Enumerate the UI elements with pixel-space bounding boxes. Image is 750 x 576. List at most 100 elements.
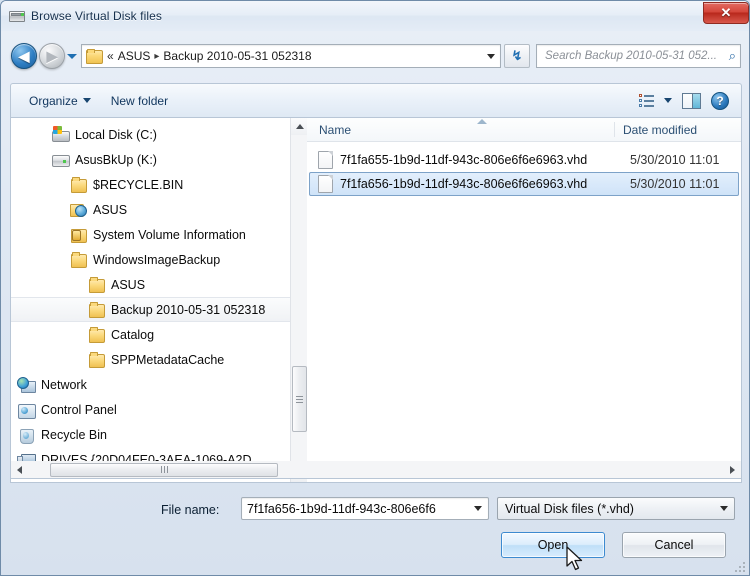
forward-arrow-icon: ▶ bbox=[46, 48, 58, 64]
table-row[interactable]: 7f1fa656-1b9d-11df-943c-806e6f6e6963.vhd… bbox=[309, 172, 739, 196]
file-name-dropdown-button[interactable] bbox=[468, 498, 488, 519]
tree-scrollbar-thumb[interactable] bbox=[292, 366, 307, 432]
chevron-down-icon bbox=[67, 53, 77, 59]
breadcrumb-overflow[interactable]: « bbox=[107, 49, 114, 63]
chevron-down-icon bbox=[720, 506, 728, 511]
cancel-button-label: Cancel bbox=[654, 538, 694, 552]
file-type-dropdown-button[interactable] bbox=[714, 498, 734, 519]
table-row[interactable]: 7f1fa655-1b9d-11df-943c-806e6f6e6963.vhd… bbox=[309, 148, 739, 172]
column-header-date-label: Date modified bbox=[623, 122, 698, 137]
recycle-bin-icon bbox=[17, 426, 35, 444]
scroll-up-arrow-icon[interactable] bbox=[291, 118, 307, 135]
tree-item[interactable]: ASUS bbox=[11, 197, 307, 222]
new-folder-button[interactable]: New folder bbox=[101, 88, 178, 114]
file-name-label: File name: bbox=[161, 503, 220, 517]
file-name-field[interactable]: 7f1fa656-1b9d-11df-943c-806e6f6 bbox=[241, 497, 489, 520]
file-list-horizontal-scrollbar[interactable] bbox=[10, 461, 742, 479]
folder-icon bbox=[87, 276, 105, 293]
tree-item[interactable]: $RECYCLE.BIN bbox=[11, 172, 307, 197]
folder-icon bbox=[86, 49, 103, 64]
back-button[interactable]: ◀ bbox=[11, 43, 37, 69]
sort-ascending-icon bbox=[477, 119, 487, 124]
refresh-icon: ↯ bbox=[511, 48, 523, 63]
horizontal-scrollbar-thumb[interactable] bbox=[50, 462, 278, 477]
scroll-left-arrow-icon[interactable] bbox=[11, 462, 28, 478]
tree-item[interactable]: Local Disk (C:) bbox=[11, 122, 307, 147]
view-mode-dropdown-button[interactable] bbox=[660, 90, 676, 112]
address-bar[interactable]: « ASUS ▸ Backup 2010-05-31 052318 bbox=[81, 44, 501, 68]
breadcrumb-separator-icon: ▸ bbox=[154, 50, 160, 62]
file-list-pane: Name Date modified 7f1fa655-1b9d-11df-94… bbox=[307, 118, 741, 482]
tree-item[interactable]: ASUS bbox=[11, 272, 307, 297]
scroll-right-arrow-icon[interactable] bbox=[724, 462, 741, 478]
window-title: Browse Virtual Disk files bbox=[31, 9, 162, 23]
folder-icon bbox=[87, 301, 105, 318]
tree-item-label: ASUS bbox=[93, 202, 128, 217]
recent-locations-button[interactable] bbox=[65, 43, 79, 69]
horizontal-scroll-track[interactable] bbox=[28, 462, 724, 478]
tree-item[interactable]: Network bbox=[11, 372, 307, 397]
mouse-pointer-icon bbox=[566, 546, 583, 571]
file-name-cell: 7f1fa655-1b9d-11df-943c-806e6f6e6963.vhd bbox=[340, 153, 588, 167]
file-date-cell: 5/30/2010 11:01 bbox=[630, 177, 720, 191]
file-name-value[interactable]: 7f1fa656-1b9d-11df-943c-806e6f6 bbox=[242, 502, 468, 516]
refresh-button[interactable]: ↯ bbox=[504, 44, 530, 68]
tree-item[interactable]: System Volume Information bbox=[11, 222, 307, 247]
view-mode-list-icon[interactable] bbox=[639, 93, 656, 108]
help-icon[interactable]: ? bbox=[711, 91, 729, 110]
folder-icon bbox=[87, 326, 105, 343]
file-type-filter-select[interactable]: Virtual Disk files (*.vhd) bbox=[497, 497, 735, 520]
tree-item-label: WindowsImageBackup bbox=[93, 252, 221, 267]
navigation-bar: ◀ ▶ « ASUS ▸ Backup 2010-05-31 052318 ↯ … bbox=[1, 35, 749, 77]
file-list-rows: 7f1fa655-1b9d-11df-943c-806e6f6e6963.vhd… bbox=[307, 142, 741, 196]
open-button-label: Open bbox=[537, 538, 569, 552]
breadcrumb-item-backup[interactable]: Backup 2010-05-31 052318 bbox=[163, 49, 311, 63]
tree-item-label: Local Disk (C:) bbox=[75, 127, 157, 142]
column-header-date-modified[interactable]: Date modified bbox=[615, 118, 697, 141]
address-dropdown-button[interactable] bbox=[482, 45, 500, 67]
organize-label: Organize bbox=[29, 93, 78, 108]
chevron-down-icon bbox=[82, 98, 91, 103]
tree-item-label: Network bbox=[41, 377, 87, 392]
preview-pane-icon[interactable] bbox=[682, 92, 701, 109]
chevron-down-icon bbox=[474, 506, 482, 511]
locked-folder-icon bbox=[69, 226, 87, 243]
tree-item[interactable]: SPPMetadataCache bbox=[11, 347, 307, 372]
tree-item-label: $RECYCLE.BIN bbox=[93, 177, 184, 192]
search-icon: ⌕ bbox=[728, 48, 736, 63]
folder-icon bbox=[69, 251, 87, 268]
file-name-cell: 7f1fa656-1b9d-11df-943c-806e6f6e6963.vhd bbox=[340, 177, 588, 191]
tree-vertical-scrollbar[interactable] bbox=[290, 118, 307, 482]
resize-grip-icon[interactable] bbox=[733, 560, 745, 572]
close-button[interactable]: ✕ bbox=[703, 2, 749, 24]
organize-button[interactable]: Organize bbox=[19, 88, 101, 114]
command-toolbar: Organize New folder ? bbox=[10, 83, 742, 117]
forward-button[interactable]: ▶ bbox=[39, 43, 65, 69]
chevron-down-icon bbox=[487, 53, 495, 59]
column-header-name[interactable]: Name bbox=[307, 118, 615, 141]
tree-item-label: ASUS bbox=[111, 277, 146, 292]
tree-item-label: SPPMetadataCache bbox=[111, 352, 225, 367]
network-icon bbox=[17, 376, 36, 393]
folder-icon bbox=[69, 176, 87, 193]
title-bar: Browse Virtual Disk files ✕ bbox=[1, 1, 749, 31]
search-box[interactable]: Search Backup 2010-05-31 052... ⌕ bbox=[536, 44, 741, 68]
navigation-tree-pane: Local Disk (C:) AsusBkUp (K:) $RECYCLE.BIN… bbox=[11, 118, 307, 482]
search-input[interactable]: Search Backup 2010-05-31 052... bbox=[545, 50, 729, 62]
control-panel-icon bbox=[17, 401, 36, 419]
tree-item-label: Recycle Bin bbox=[41, 427, 107, 442]
open-button[interactable]: Open bbox=[501, 532, 605, 558]
toolbar-right-group: ? bbox=[639, 90, 741, 112]
tree-item[interactable]: AsusBkUp (K:) bbox=[11, 147, 307, 172]
tree-item[interactable]: WindowsImageBackup bbox=[11, 247, 307, 272]
file-date-cell: 5/30/2010 11:01 bbox=[630, 153, 720, 167]
column-header-name-label: Name bbox=[319, 122, 352, 137]
tree-item[interactable]: Backup 2010-05-31 052318 bbox=[11, 297, 307, 322]
virtual-disk-icon bbox=[9, 8, 25, 24]
tree-item[interactable]: Recycle Bin bbox=[11, 422, 307, 447]
tree-item[interactable]: Catalog bbox=[11, 322, 307, 347]
tree-item[interactable]: Control Panel bbox=[11, 397, 307, 422]
cancel-button[interactable]: Cancel bbox=[622, 532, 726, 558]
breadcrumb-item-asus[interactable]: ASUS bbox=[118, 49, 151, 63]
file-type-filter-value: Virtual Disk files (*.vhd) bbox=[505, 501, 634, 516]
